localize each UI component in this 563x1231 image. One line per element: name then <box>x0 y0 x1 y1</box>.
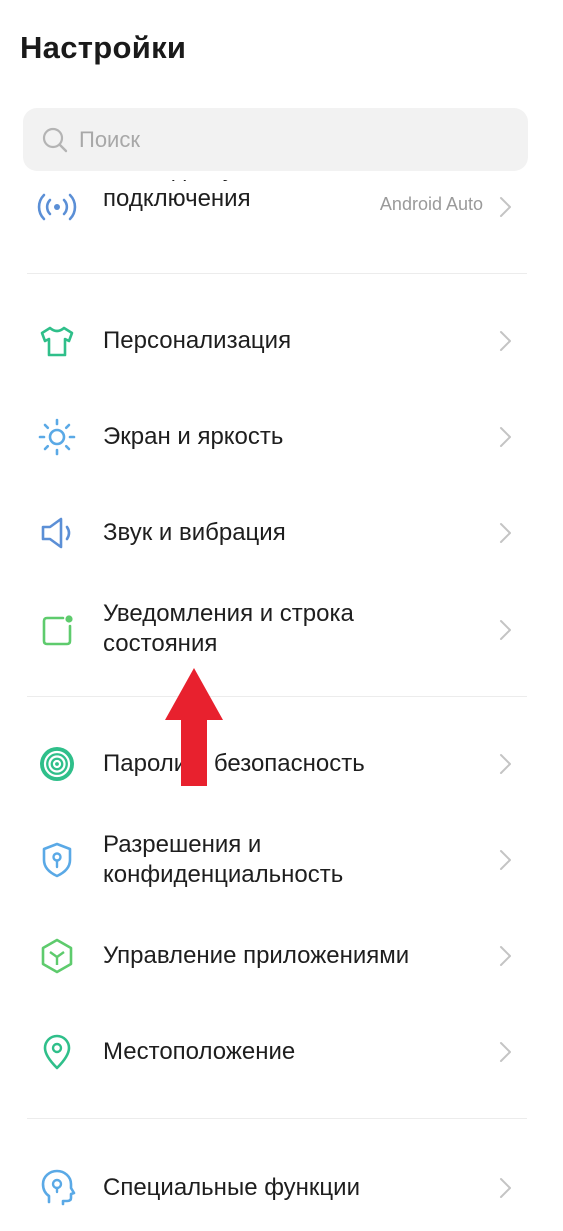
search-input[interactable] <box>79 108 499 171</box>
section-divider <box>27 696 527 697</box>
chevron-right-icon <box>500 620 511 640</box>
chevron-right-icon <box>500 331 511 351</box>
settings-item-personalization[interactable]: Персонализация <box>0 293 563 389</box>
settings-item-label: Звук и вибрация <box>103 519 286 546</box>
settings-item-hotspot[interactable]: Точка доступа и подключения Android Auto <box>0 180 563 248</box>
settings-item-label: Уведомления и строка состояния <box>103 600 354 657</box>
section-divider <box>27 1118 527 1119</box>
chevron-right-icon <box>500 1042 511 1062</box>
section-divider <box>27 273 527 274</box>
settings-item-label: Пароли и безопасность <box>103 750 365 777</box>
settings-item-label: Управление приложениями <box>103 942 410 969</box>
cube-icon <box>41 938 73 974</box>
fingerprint-icon <box>40 747 74 781</box>
settings-list: Точка доступа и подключения Android Auto… <box>0 180 563 1231</box>
settings-item-location[interactable]: Местоположение <box>0 1004 563 1100</box>
settings-item-value: Android Auto <box>379 194 483 214</box>
location-pin-icon <box>43 1034 71 1070</box>
page-title: Настройки <box>20 30 187 65</box>
settings-item-privacy[interactable]: Разрешения и конфиденциальность <box>0 812 563 908</box>
settings-item-apps[interactable]: Управление приложениями <box>0 908 563 1004</box>
sun-icon <box>38 418 76 456</box>
settings-item-notifications[interactable]: Уведомления и строка состояния <box>0 581 563 691</box>
settings-item-label: Специальные функции <box>103 1174 360 1201</box>
speaker-icon <box>41 517 71 549</box>
chevron-right-icon <box>500 946 511 966</box>
settings-item-label: Точка доступа и подключения <box>103 180 281 212</box>
search-bar[interactable] <box>23 108 528 171</box>
search-icon <box>42 127 68 153</box>
hotspot-icon <box>37 193 77 221</box>
tshirt-icon <box>40 326 74 357</box>
red-arrow-up-icon <box>165 668 223 786</box>
shield-keyhole-icon <box>42 842 72 878</box>
accessibility-head-icon <box>41 1169 76 1206</box>
settings-item-label: Разрешения и конфиденциальность <box>103 831 344 888</box>
settings-item-accessibility[interactable]: Специальные функции <box>0 1140 563 1231</box>
settings-item-label: Персонализация <box>103 327 292 354</box>
settings-item-sound[interactable]: Звук и вибрация <box>0 485 563 581</box>
settings-item-label: Местоположение <box>103 1038 296 1065</box>
chevron-right-icon <box>500 1178 511 1198</box>
chevron-right-icon <box>500 523 511 543</box>
settings-item-label: Экран и яркость <box>103 423 284 450</box>
chevron-right-icon <box>500 850 511 870</box>
chevron-right-icon <box>500 427 511 447</box>
chevron-right-icon <box>500 197 511 217</box>
chevron-right-icon <box>500 754 511 774</box>
settings-item-security[interactable]: Пароли и безопасность <box>0 716 563 812</box>
settings-item-display[interactable]: Экран и яркость <box>0 389 563 485</box>
notification-icon <box>42 615 73 646</box>
